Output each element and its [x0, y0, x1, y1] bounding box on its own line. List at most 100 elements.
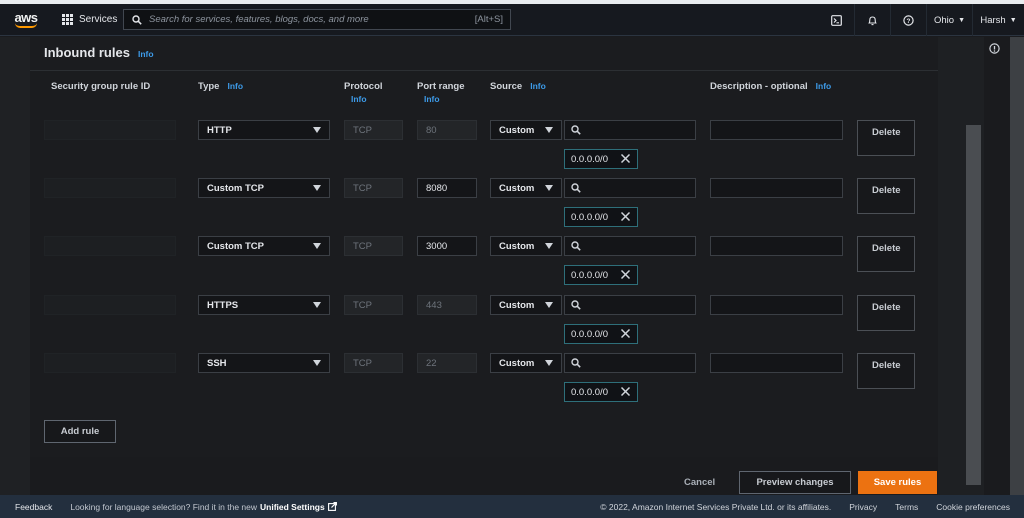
search-shortcut: [Alt+S] [474, 14, 503, 25]
info-link[interactable]: Info [138, 49, 154, 59]
column-header-protocol: Protocol Info [344, 80, 383, 106]
caret-down-icon: ▼ [958, 16, 966, 24]
type-select[interactable]: SSH [198, 353, 330, 373]
type-select[interactable]: HTTP [198, 120, 330, 140]
help-icon: ? [903, 14, 914, 26]
protocol-field: TCP [344, 120, 403, 140]
delete-rule-button[interactable]: Delete [857, 120, 915, 156]
cloudshell-icon [830, 14, 842, 26]
cloudshell-button[interactable] [818, 4, 854, 36]
source-select[interactable]: Custom [490, 120, 562, 140]
column-label: Port range [417, 81, 465, 92]
footer-links: © 2022, Amazon Internet Services Private… [600, 502, 1010, 512]
add-rule-button[interactable]: Add rule [44, 420, 116, 443]
search-placeholder: Search for services, features, blogs, do… [149, 14, 369, 25]
port-range-input: 443 [417, 295, 477, 315]
caret-down-icon [313, 127, 321, 133]
port-range-input: 80 [417, 120, 477, 140]
search-icon [571, 125, 581, 135]
protocol-value: TCP [353, 357, 372, 369]
services-label: Services [79, 14, 118, 25]
user-name: Harsh [980, 14, 1006, 26]
close-icon[interactable] [620, 211, 631, 222]
description-input[interactable] [710, 236, 843, 256]
description-input[interactable] [710, 353, 843, 373]
aws-logo[interactable]: aws [6, 4, 46, 36]
delete-rule-button[interactable]: Delete [857, 178, 915, 214]
source-select[interactable]: Custom [490, 236, 562, 256]
cidr-value: 0.0.0.0/0 [571, 153, 608, 165]
page-scrollbar[interactable] [1010, 37, 1024, 495]
cidr-search-input[interactable] [564, 236, 696, 256]
protocol-value: TCP [353, 240, 372, 252]
close-icon[interactable] [620, 269, 631, 280]
help-button[interactable]: ? [890, 4, 926, 36]
delete-rule-button[interactable]: Delete [857, 295, 915, 331]
description-input[interactable] [710, 120, 843, 140]
type-value: SSH [207, 357, 227, 369]
column-header-rule-id: Security group rule ID [51, 80, 150, 93]
account-menu[interactable]: Harsh ▼ [972, 4, 1024, 36]
services-menu-button[interactable]: Services [62, 14, 117, 25]
cidr-search-input[interactable] [564, 178, 696, 198]
cidr-value: 0.0.0.0/0 [571, 211, 608, 223]
info-link[interactable]: Info [227, 81, 243, 91]
source-select[interactable]: Custom [490, 295, 562, 315]
cidr-token: 0.0.0.0/0 [564, 149, 638, 169]
external-link-icon [327, 502, 337, 511]
port-value: 80 [426, 124, 437, 136]
type-select[interactable]: Custom TCP [198, 178, 330, 198]
aws-smile-icon [15, 23, 37, 28]
rule-id-field [44, 120, 176, 140]
info-circle-icon[interactable] [989, 43, 1000, 54]
cidr-search-input[interactable] [564, 295, 696, 315]
port-value: 8080 [426, 182, 448, 194]
terms-link[interactable]: Terms [895, 502, 918, 512]
rule-row: HTTP TCP 80 Custom 0.0.0.0/0 Delete [30, 120, 938, 178]
type-select[interactable]: Custom TCP [198, 236, 330, 256]
close-icon[interactable] [620, 328, 631, 339]
type-value: Custom TCP [207, 182, 264, 194]
cidr-search-input[interactable] [564, 120, 696, 140]
info-link[interactable]: Info [424, 93, 465, 106]
search-input[interactable]: Search for services, features, blogs, do… [123, 9, 511, 30]
info-link[interactable]: Info [351, 93, 383, 106]
cookie-preferences-link[interactable]: Cookie preferences [936, 502, 1010, 512]
protocol-value: TCP [353, 124, 372, 136]
svg-text:?: ? [907, 18, 911, 25]
source-select[interactable]: Custom [490, 178, 562, 198]
source-select[interactable]: Custom [490, 353, 562, 373]
cidr-search-input[interactable] [564, 353, 696, 373]
notifications-button[interactable] [854, 4, 890, 36]
protocol-field: TCP [344, 236, 403, 256]
close-icon[interactable] [620, 153, 631, 164]
description-input[interactable] [710, 178, 843, 198]
close-icon[interactable] [620, 386, 631, 397]
description-input[interactable] [710, 295, 843, 315]
source-value: Custom [499, 124, 535, 136]
search-icon [571, 358, 581, 368]
port-range-input[interactable]: 8080 [417, 178, 477, 198]
preview-changes-button[interactable]: Preview changes [739, 471, 851, 494]
save-rules-button[interactable]: Save rules [858, 471, 937, 494]
type-value: Custom TCP [207, 240, 264, 252]
type-value: HTTPS [207, 299, 239, 311]
source-value: Custom [499, 299, 535, 311]
region-selector[interactable]: Ohio ▼ [926, 4, 972, 36]
column-label: Protocol [344, 81, 383, 92]
unified-settings-link[interactable]: Unified Settings [260, 502, 325, 512]
info-link[interactable]: Info [816, 81, 832, 91]
column-label: Description - optional [710, 81, 808, 92]
delete-rule-button[interactable]: Delete [857, 353, 915, 389]
port-range-input[interactable]: 3000 [417, 236, 477, 256]
cidr-token: 0.0.0.0/0 [564, 382, 638, 402]
feedback-link[interactable]: Feedback [15, 502, 52, 512]
privacy-link[interactable]: Privacy [849, 502, 877, 512]
type-select[interactable]: HTTPS [198, 295, 330, 315]
info-link[interactable]: Info [530, 81, 546, 91]
rule-id-field [44, 236, 176, 256]
rule-row: Custom TCP TCP 3000 Custom 0.0.0.0/0 Delete [30, 236, 938, 294]
delete-rule-button[interactable]: Delete [857, 236, 915, 272]
cancel-button[interactable]: Cancel [684, 477, 715, 488]
scrollbar-thumb[interactable] [966, 125, 981, 485]
